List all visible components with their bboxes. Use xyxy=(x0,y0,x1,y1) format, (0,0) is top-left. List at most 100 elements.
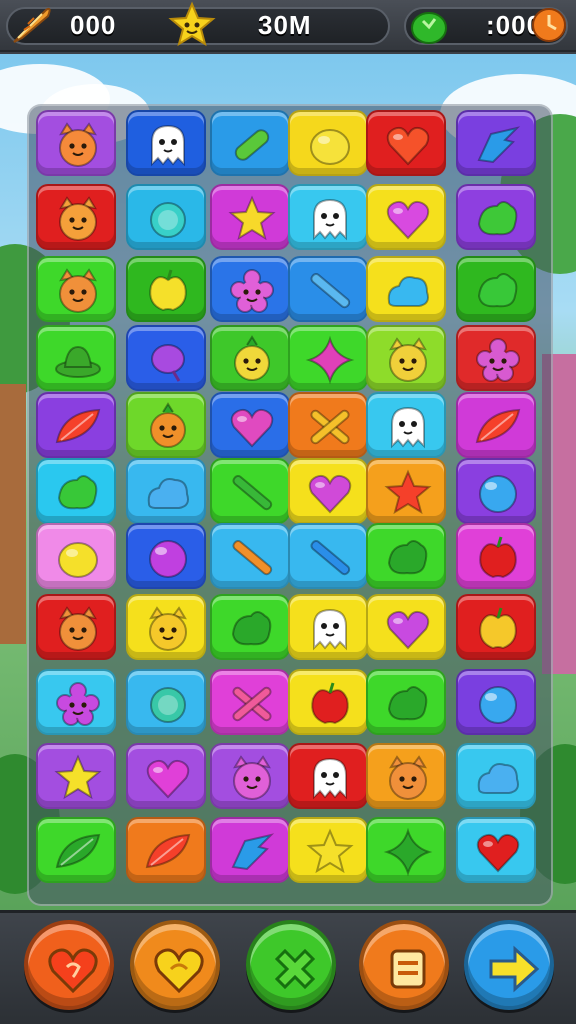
board-tile-sparkle[interactable] xyxy=(288,325,368,391)
board-tile-leaf-blob[interactable] xyxy=(36,458,116,524)
ghost-icon xyxy=(313,198,347,241)
board-tile-lemon[interactable] xyxy=(36,523,116,589)
board-tile-cat-face[interactable] xyxy=(36,256,116,322)
board-tile-leaf-blob[interactable] xyxy=(210,594,290,660)
board-tile-stick[interactable] xyxy=(288,256,368,322)
gear-blob-icon xyxy=(150,202,186,238)
board-tile-heart[interactable] xyxy=(126,743,206,809)
board-tile-ghost[interactable] xyxy=(366,392,446,458)
board-tile-gear-blob[interactable] xyxy=(126,669,206,735)
bottom-action-bar xyxy=(0,910,576,1024)
board-tile-flower[interactable] xyxy=(210,256,290,322)
board-tile-plum[interactable] xyxy=(126,325,206,391)
board-tile-apple[interactable] xyxy=(288,669,368,735)
apple-icon xyxy=(149,269,187,312)
board-tile-leaf[interactable] xyxy=(456,392,536,458)
board-tile-heart[interactable] xyxy=(288,458,368,524)
ghost-icon xyxy=(313,608,347,651)
board-tile-leaf-blob[interactable] xyxy=(456,256,536,322)
cross-button[interactable] xyxy=(246,920,336,1010)
pineapple-face-icon xyxy=(234,335,270,381)
board-tile-heart[interactable] xyxy=(366,110,446,176)
board-tile-cat-face[interactable] xyxy=(36,110,116,176)
board-tile-cloud-blob[interactable] xyxy=(456,743,536,809)
board-tile-cat-face[interactable] xyxy=(36,594,116,660)
cross-sticks-icon xyxy=(310,409,350,445)
board-tile-pineapple-face[interactable] xyxy=(126,392,206,458)
board-tile-leaf-blob[interactable] xyxy=(366,669,446,735)
board-tile-cat-face[interactable] xyxy=(366,325,446,391)
board-tile-orb[interactable] xyxy=(126,523,206,589)
board-tile-heart[interactable] xyxy=(366,594,446,660)
board-tile-star[interactable] xyxy=(210,184,290,250)
board-tile-arrow-bird[interactable] xyxy=(210,817,290,883)
heart-button[interactable] xyxy=(24,920,114,1010)
board-tile-cat-face[interactable] xyxy=(210,743,290,809)
board-tile-stick[interactable] xyxy=(210,458,290,524)
board-tile-flower[interactable] xyxy=(36,669,116,735)
leaf-icon xyxy=(475,408,521,444)
orb-icon xyxy=(479,475,517,513)
cat-face-icon xyxy=(59,606,97,651)
board-tile-cat-face[interactable] xyxy=(36,184,116,250)
board-tile-heart[interactable] xyxy=(366,184,446,250)
board-tile-pineapple-face[interactable] xyxy=(210,325,290,391)
heart-refresh-button[interactable] xyxy=(130,920,220,1010)
board-tile-flower[interactable] xyxy=(456,325,536,391)
board-tile-orb[interactable] xyxy=(456,669,536,735)
board-tile-heart[interactable] xyxy=(456,817,536,883)
board-tile-stick[interactable] xyxy=(210,523,290,589)
menu-button[interactable] xyxy=(359,920,449,1010)
flower-icon xyxy=(476,338,520,382)
apple-icon xyxy=(479,536,517,579)
board-tile-heart[interactable] xyxy=(210,392,290,458)
orange-clock-icon[interactable] xyxy=(530,6,568,49)
leaf-icon xyxy=(55,833,101,869)
board-tile-apple[interactable] xyxy=(456,594,536,660)
board-tile-lemon[interactable] xyxy=(288,110,368,176)
next-arrow-button[interactable] xyxy=(464,920,554,1010)
board-tile-stick[interactable] xyxy=(288,523,368,589)
board-tile-pickle[interactable] xyxy=(210,110,290,176)
board-tile-ghost[interactable] xyxy=(288,184,368,250)
board-tile-cat-face[interactable] xyxy=(126,594,206,660)
left-counter: 000 xyxy=(70,10,117,40)
board-tile-leaf-blob[interactable] xyxy=(456,184,536,250)
board-tile-ghost[interactable] xyxy=(126,110,206,176)
cross-sticks-icon xyxy=(232,686,272,722)
board-tile-cloud-blob[interactable] xyxy=(366,256,446,322)
leaf-blob-icon xyxy=(57,475,98,510)
board-tile-apple[interactable] xyxy=(456,523,536,589)
board-tile-cat-face[interactable] xyxy=(366,743,446,809)
cat-face-icon xyxy=(59,122,97,167)
board-tile-leaf[interactable] xyxy=(36,392,116,458)
lemon-icon xyxy=(58,542,98,578)
cloud-blob-icon xyxy=(477,763,519,794)
board-tile-cross-sticks[interactable] xyxy=(210,669,290,735)
cat-face-icon xyxy=(233,755,271,800)
board-tile-star[interactable] xyxy=(366,458,446,524)
board-tile-sparkle[interactable] xyxy=(366,817,446,883)
heart-icon xyxy=(386,610,430,650)
top-hud: 000 30M :000 xyxy=(0,0,576,52)
gear-blob-icon xyxy=(150,687,186,723)
board-tile-ghost[interactable] xyxy=(288,743,368,809)
board-tile-apple[interactable] xyxy=(126,256,206,322)
board-tile-orb[interactable] xyxy=(456,458,536,524)
board-tile-gear-blob[interactable] xyxy=(126,184,206,250)
board-tile-leaf[interactable] xyxy=(36,817,116,883)
board-tile-cross-sticks[interactable] xyxy=(288,392,368,458)
heart-icon xyxy=(386,126,430,166)
leaf-blob-icon xyxy=(231,611,272,646)
board-tile-leaf-blob[interactable] xyxy=(366,523,446,589)
board-tile-star[interactable] xyxy=(36,743,116,809)
board-tile-hat[interactable] xyxy=(36,325,116,391)
board-tile-leaf[interactable] xyxy=(126,817,206,883)
board-tile-star[interactable] xyxy=(288,817,368,883)
board-tile-cloud-blob[interactable] xyxy=(126,458,206,524)
board-tile-arrow-bird[interactable] xyxy=(456,110,536,176)
flower-icon xyxy=(56,682,100,726)
star-icon xyxy=(168,1,216,54)
heart-icon xyxy=(146,759,190,799)
board-tile-ghost[interactable] xyxy=(288,594,368,660)
